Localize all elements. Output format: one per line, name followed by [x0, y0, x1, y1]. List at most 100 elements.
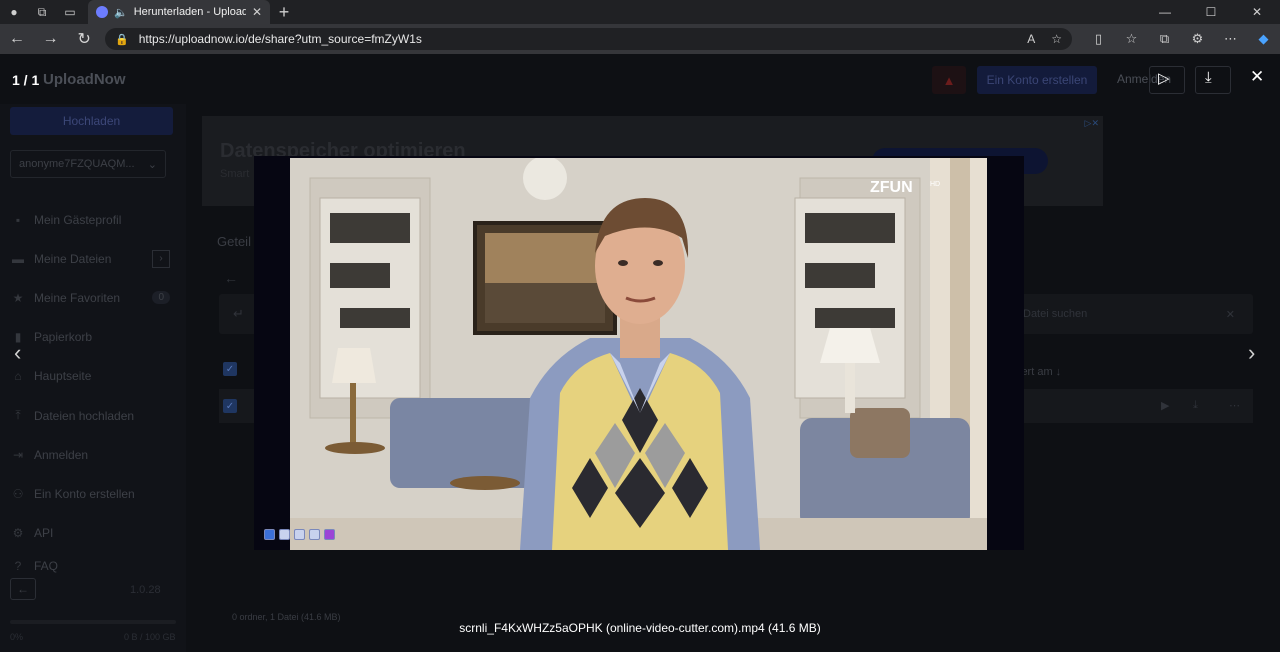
sidebar-item-home[interactable]: ⌂ Hauptseite [10, 357, 170, 396]
more-icon[interactable]: ⋯ [1214, 31, 1247, 47]
sidebar-item-favorites[interactable]: ★ Meine Favoriten 0 [10, 278, 170, 317]
sidebar-item-label: API [34, 526, 54, 541]
gear-icon: ⚙ [12, 526, 24, 541]
sidebar-item-label: Mein Gästeprofil [34, 212, 122, 227]
favorites-icon[interactable]: ☆ [1115, 31, 1148, 47]
browser-toolbar: ▯ ☆ ⧉ ⚙ ⋯ ◆ [1082, 31, 1280, 47]
video-thumbnail-strip [264, 529, 335, 540]
thumbnail-dot[interactable] [324, 529, 335, 540]
lock-icon[interactable]: 🔒 [115, 33, 129, 46]
return-icon[interactable]: ↵ [233, 306, 244, 322]
back-arrow-icon[interactable]: ← [0, 24, 34, 54]
section-title: Geteil [217, 234, 251, 249]
sidebar-item-faq[interactable]: ? FAQ [10, 553, 170, 573]
window-close-icon[interactable]: ✕ [1234, 5, 1280, 19]
help-icon: ? [14, 558, 22, 573]
sidebar-item-label: Anmelden [34, 447, 89, 462]
collections-icon[interactable]: ⧉ [1148, 31, 1181, 47]
search-input[interactable]: Datei suchen ✕ [1019, 302, 1239, 326]
workspaces-icon[interactable]: ⧉ [28, 0, 56, 24]
url-field[interactable]: 🔒 https://uploadnow.io/de/share?utm_sour… [105, 28, 1072, 50]
upload-button[interactable]: Hochladen [10, 107, 173, 135]
new-tab-button[interactable]: + [270, 2, 298, 23]
warning-icon[interactable]: ▲ [932, 66, 966, 94]
sidebar: Hochladen anonyme7FZQUAQM... ⌄ ▪ Mein Gä… [0, 104, 186, 652]
thumbnail-dot[interactable] [264, 529, 275, 540]
address-bar-row: ← → ↻ 🔒 https://uploadnow.io/de/share?ut… [0, 24, 1280, 54]
login-icon: ⇥ [12, 447, 24, 462]
video-viewer: ZFUN HD [254, 156, 1024, 550]
download-icon[interactable]: ⤓ [1205, 69, 1212, 86]
signup-button[interactable]: Ein Konto erstellen [977, 66, 1097, 94]
close-tab-icon[interactable]: ✕ [252, 5, 262, 19]
sidebar-item-create-account[interactable]: ⚇ Ein Konto erstellen [10, 474, 170, 513]
sidebar-item-guest-profile[interactable]: ▪ Mein Gästeprofil [10, 200, 170, 239]
profile-icon[interactable]: ● [0, 0, 28, 24]
user-select[interactable]: anonyme7FZQUAQM... ⌄ [10, 150, 166, 178]
url-text: https://uploadnow.io/de/share?utm_source… [138, 32, 422, 46]
forward-arrow-icon[interactable]: → [34, 24, 68, 54]
channel-logo-suffix: HD [930, 181, 940, 188]
sidebar-item-trash[interactable]: ▮ Papierkorb [10, 318, 170, 357]
select-all-checkbox[interactable]: ✓ [223, 362, 237, 376]
favorite-star-icon[interactable]: ☆ [1051, 32, 1062, 46]
split-screen-icon[interactable]: ▯ [1082, 31, 1115, 47]
sort-by-date-header[interactable]: lert am ↓ [1019, 366, 1061, 378]
minimize-icon[interactable]: — [1142, 5, 1188, 19]
row-checkbox[interactable]: ✓ [223, 399, 237, 413]
sidebar-menu: ▪ Mein Gästeprofil ▬ Meine Dateien › ★ M… [10, 200, 170, 573]
maximize-icon[interactable]: ☐ [1188, 5, 1234, 19]
clear-search-icon[interactable]: ✕ [1226, 308, 1235, 321]
read-aloud-icon[interactable]: A [1027, 32, 1035, 46]
sidebar-item-label: Dateien hochladen [34, 408, 135, 423]
play-icon[interactable]: ▷ [1158, 69, 1170, 87]
next-arrow-icon[interactable]: › [1248, 340, 1255, 366]
channel-logo: ZFUN [870, 179, 913, 196]
sidebar-item-login[interactable]: ⇥ Anmelden [10, 435, 170, 474]
app-header: 1 / 1 UploadNow ▲ Ein Konto erstellen An… [0, 54, 1280, 104]
tab-title: Herunterladen - UploadNow [133, 6, 246, 18]
folder-icon: ▬ [12, 251, 24, 266]
thumbnail-dot[interactable] [279, 529, 290, 540]
previous-arrow-icon[interactable]: ‹ [14, 340, 21, 366]
back-arrow-icon[interactable]: ← [224, 270, 238, 286]
user-icon: ▪ [15, 212, 21, 227]
chevron-down-icon: ⌄ [147, 158, 157, 171]
browser-tab-bar: ● ⧉ ▭ 🔈 Herunterladen - UploadNow ✕ + — … [0, 0, 1280, 24]
play-icon[interactable]: ▶ [1161, 399, 1169, 412]
ad-subtitle: Smart [220, 168, 250, 180]
ad-close-icon[interactable]: ▷✕ [1085, 118, 1099, 129]
tab-favicon-icon [96, 6, 108, 18]
copilot-icon[interactable]: ◆ [1247, 31, 1280, 47]
browser-tab[interactable]: 🔈 Herunterladen - UploadNow ✕ [88, 0, 270, 24]
download-button-frame [1195, 66, 1231, 94]
thumbnail-dot[interactable] [294, 529, 305, 540]
favorites-count-badge: 0 [152, 291, 170, 305]
speaker-icon[interactable]: 🔈 [114, 6, 128, 19]
sidebar-item-label: Papierkorb [34, 330, 93, 345]
extensions-icon[interactable]: ⚙ [1181, 31, 1214, 47]
collapse-sidebar-icon[interactable]: ← [10, 578, 36, 600]
sidebar-item-label: Meine Dateien [34, 251, 112, 266]
tab-actions-icon[interactable]: ▭ [56, 0, 84, 24]
sidebar-item-my-files[interactable]: ▬ Meine Dateien › [10, 239, 170, 278]
app-logo[interactable]: UploadNow [43, 71, 126, 88]
file-caption: scrnli_F4KxWHZz5aOPHK (online-video-cutt… [459, 621, 821, 635]
chevron-right-icon[interactable]: › [152, 249, 170, 268]
viewer-counter: 1 / 1 [12, 72, 40, 88]
thumbnail-dot[interactable] [309, 529, 320, 540]
sidebar-item-api[interactable]: ⚙ API [10, 514, 170, 553]
app-version: 1.0.28 [130, 584, 161, 596]
window-controls: — ☐ ✕ [1142, 5, 1280, 19]
home-icon: ⌂ [14, 369, 22, 384]
sidebar-item-label: Hauptseite [34, 369, 92, 384]
more-icon[interactable]: ⋯ [1229, 399, 1240, 412]
video-player[interactable]: ZFUN HD [290, 158, 987, 550]
sidebar-item-upload-files[interactable]: ⤒ Dateien hochladen [10, 396, 170, 435]
search-placeholder: Datei suchen [1023, 308, 1088, 320]
download-icon[interactable]: ⤓ [1193, 399, 1198, 412]
close-viewer-icon[interactable]: ✕ [1250, 67, 1264, 87]
user-select-value: anonyme7FZQUAQM... [19, 158, 135, 170]
reload-icon[interactable]: ↻ [67, 24, 101, 54]
add-user-icon: ⚇ [12, 486, 24, 501]
